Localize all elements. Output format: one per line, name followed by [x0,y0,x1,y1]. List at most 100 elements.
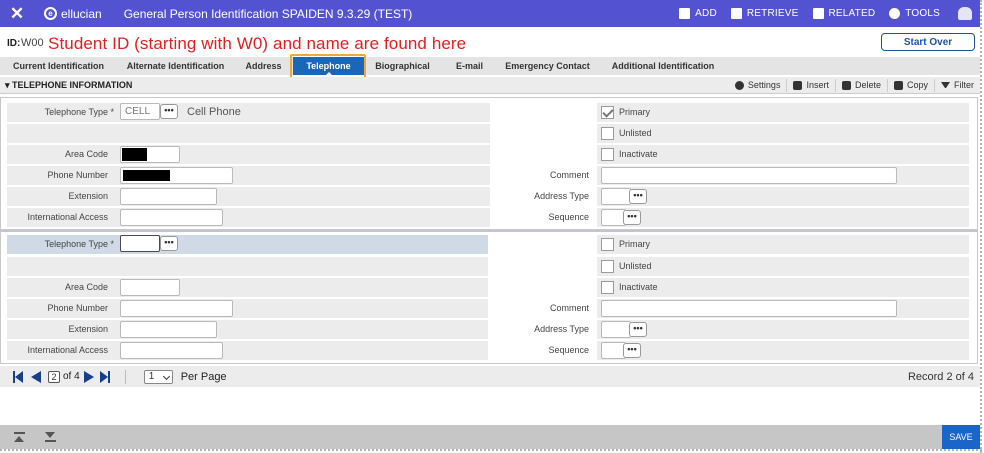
retrieve-icon [730,8,742,19]
first-page-icon[interactable] [13,370,23,383]
phone-number-input[interactable] [120,167,233,184]
top-bar: ✕ e ellucian General Person Identificati… [0,0,980,27]
address-type-lookup-button[interactable]: ••• [629,189,647,204]
address-type-input[interactable] [601,188,631,205]
international-access-input[interactable] [120,209,223,226]
row-bg [597,124,969,143]
related-button[interactable]: RELATED [812,8,876,19]
unlisted-checkbox[interactable] [601,127,614,140]
row-bg [597,187,969,206]
sequence-lookup-button[interactable]: ••• [623,343,641,358]
extension-input[interactable] [120,188,217,205]
page-number-input[interactable]: 2 [48,370,60,383]
address-type-lookup-button[interactable]: ••• [629,322,647,337]
tab-alternate-identification[interactable]: Alternate Identification [117,57,234,75]
international-access-label: International Access [27,345,108,355]
up-arrow [14,436,24,442]
retrieve-label: RETRIEVE [746,8,799,19]
save-button[interactable]: SAVE [942,425,980,449]
tab-email[interactable]: E-mail [441,57,498,75]
address-type-label: Address Type [534,324,589,334]
settings-label: Settings [747,80,781,90]
address-type-label: Address Type [534,191,589,201]
next-block-icon[interactable] [38,429,62,445]
area-code-input[interactable] [120,146,180,163]
brand: e ellucian [44,7,102,21]
unlisted-checkbox[interactable] [601,260,614,273]
delete-icon [841,80,851,90]
per-page-select[interactable]: 1 [143,369,173,384]
telephone-type-description: Cell Phone [187,106,241,118]
primary-label: Primary [619,107,650,117]
frame-edge-bottom [0,449,982,451]
primary-label: Primary [619,239,650,249]
inactivate-checkbox[interactable] [601,281,614,294]
copy-label: Copy [906,80,928,90]
close-icon[interactable]: ✕ [0,4,34,24]
telephone-type-input[interactable]: CELL [120,103,160,120]
annotation-text: Student ID (starting with W0) and name a… [48,34,467,53]
previous-page-icon[interactable] [31,370,41,383]
sequence-label: Sequence [548,345,589,355]
copy-button[interactable]: Copy [886,78,934,92]
sequence-label: Sequence [548,212,589,222]
international-access-input[interactable] [120,342,223,359]
filter-icon [941,82,950,88]
row-bg [597,235,969,254]
insert-icon [793,80,803,90]
phone-number-input[interactable] [120,300,233,317]
inactivate-checkbox[interactable] [601,148,614,161]
primary-checkbox[interactable] [601,238,614,251]
tools-button[interactable]: TOOLS [889,8,940,19]
previous-block-icon[interactable] [7,429,31,445]
tab-emergency-contact[interactable]: Emergency Contact [498,57,597,75]
row-bg [597,208,969,227]
primary-checkbox[interactable] [601,106,614,119]
extension-label: Extension [68,324,108,334]
insert-button[interactable]: Insert [786,78,835,92]
page: ✕ e ellucian General Person Identificati… [0,0,984,453]
telephone-type-lookup-button[interactable]: ••• [160,104,178,119]
filter-label: Filter [954,80,974,90]
previous-page-arrow [31,370,41,383]
gear-icon [734,80,744,90]
tab-current-identification[interactable]: Current Identification [0,57,117,75]
delete-button[interactable]: Delete [834,78,887,92]
filter-button[interactable]: Filter [934,78,980,92]
telephone-record: Telephone Type * CELL ••• Cell Phone Are… [0,97,978,230]
sequence-lookup-button[interactable]: ••• [623,210,641,225]
next-page-icon[interactable] [83,370,94,383]
bar [13,432,25,434]
tab-telephone[interactable]: Telephone [293,57,364,76]
retrieve-button[interactable]: RETRIEVE [730,8,799,19]
frame-edge-right [980,0,982,453]
tab-additional-identification[interactable]: Additional Identification [597,57,729,75]
address-type-input[interactable] [601,321,631,338]
comment-input[interactable] [601,300,897,317]
start-over-button[interactable]: Start Over [881,33,975,51]
telephone-type-input[interactable] [120,235,160,252]
tab-address[interactable]: Address [234,57,293,75]
settings-button[interactable]: Settings [729,79,787,92]
row-bg [597,320,969,339]
bar [44,440,56,442]
telephone-type-label: Telephone Type * [44,239,114,249]
last-page-icon[interactable] [99,370,110,383]
delete-label: Delete [854,80,881,90]
comment-input[interactable] [601,167,897,184]
area-code-input[interactable] [120,279,180,296]
related-icon [812,8,824,19]
tab-biographical[interactable]: Biographical [364,57,441,75]
row-bg [597,103,969,122]
area-code-label: Area Code [64,149,108,159]
bell-icon[interactable] [958,7,972,20]
add-button[interactable]: ADD [679,8,717,19]
redacted-phone-number [123,170,170,181]
id-value: W00 [21,37,44,49]
extension-input[interactable] [120,321,217,338]
comment-label: Comment [549,170,589,180]
row-bg [7,124,490,143]
section-title[interactable]: ▾ TELEPHONE INFORMATION [5,80,132,91]
telephone-type-lookup-button[interactable]: ••• [160,236,178,251]
pagination-bar: 2 of 4 1 Per Page Record 2 of 4 [0,366,980,387]
